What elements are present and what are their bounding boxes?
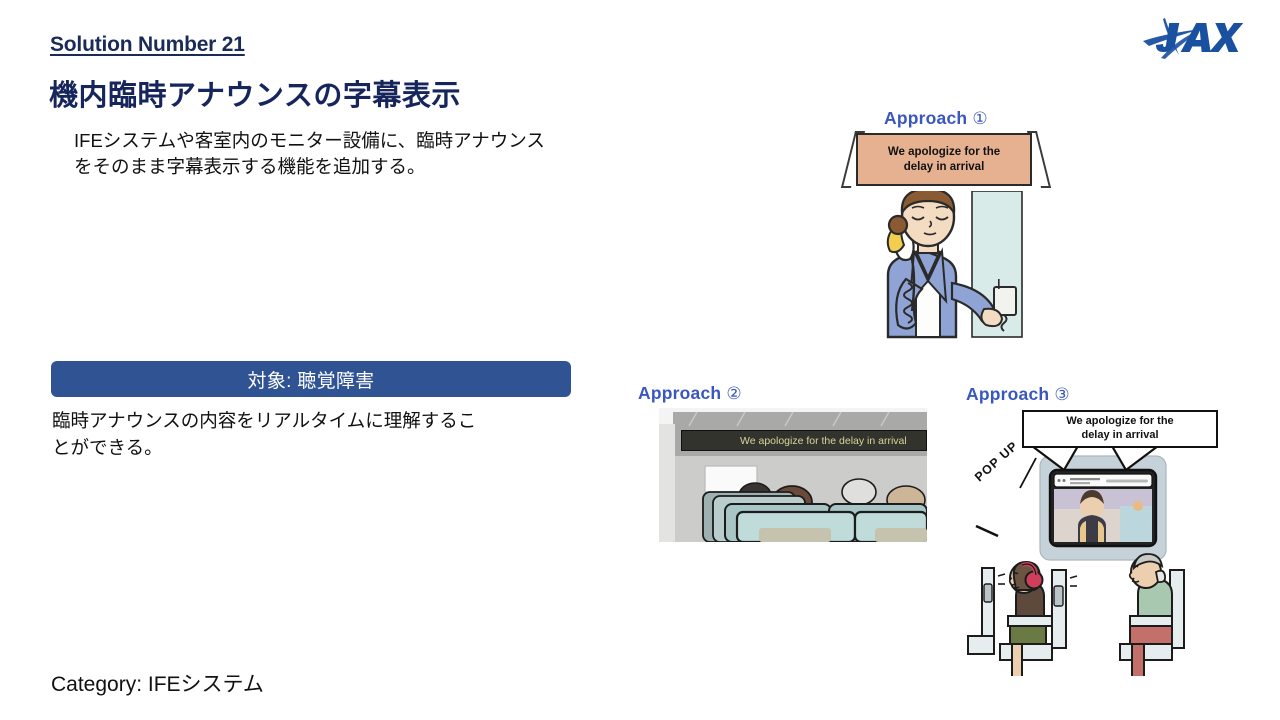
benefit-text: 臨時アナウンスの内容をリアルタイムに理解するこ とができる。 <box>52 410 477 458</box>
page-title: 機内臨時アナウンスの字幕表示 <box>49 80 461 112</box>
approach-2-label-text: Approach <box>638 383 722 403</box>
target-banner-label: 対象: 聴覚障害 <box>247 370 375 392</box>
approach-1-number: ① <box>972 109 988 128</box>
popup-callout-caption: We apologize for the delay in arrival <box>1066 415 1174 441</box>
jaxa-logo <box>1141 14 1253 60</box>
cabin-monitor-display: We apologize for the delay in arrival <box>856 133 1032 186</box>
slide-canvas: Solution Number 21 機内臨時アナウンスの字幕表示 IFEシステ… <box>0 0 1280 720</box>
overhead-led-ticker: We apologize for the delay in arrival <box>681 430 927 451</box>
target-banner: 対象: 聴覚障害 <box>51 361 571 397</box>
cabin-monitor-caption: We apologize for the delay in arrival <box>887 146 1001 173</box>
ticker-caption: We apologize for the delay in arrival <box>740 434 907 447</box>
approach-2-number: ② <box>726 384 742 403</box>
approach-3-label: Approach ③ <box>966 384 1070 405</box>
approach-1-label: Approach ① <box>884 108 988 129</box>
solution-number-heading: Solution Number 21 <box>50 33 245 56</box>
approach-3-label-text: Approach <box>966 384 1050 404</box>
cabin-ticker-scene <box>659 408 927 542</box>
popup-callout-box: We apologize for the delay in arrival <box>1022 410 1218 448</box>
approach-3-number: ③ <box>1054 385 1070 404</box>
approach-3-illustration: We apologize for the delay in arrival PO… <box>960 408 1228 676</box>
approach-1-illustration: We apologize for the delay in arrival <box>840 131 1052 345</box>
flight-attendant-scene <box>886 191 1023 339</box>
category-label: Category: IFEシステム <box>51 673 264 696</box>
approach-2-label: Approach ② <box>638 383 742 404</box>
solution-summary-text: IFEシステムや客室内のモニター設備に、臨時アナウンス をそのまま字幕表示する機… <box>74 130 545 178</box>
approach-1-label-text: Approach <box>884 108 968 128</box>
approach-2-illustration: We apologize for the delay in arrival <box>659 408 927 542</box>
